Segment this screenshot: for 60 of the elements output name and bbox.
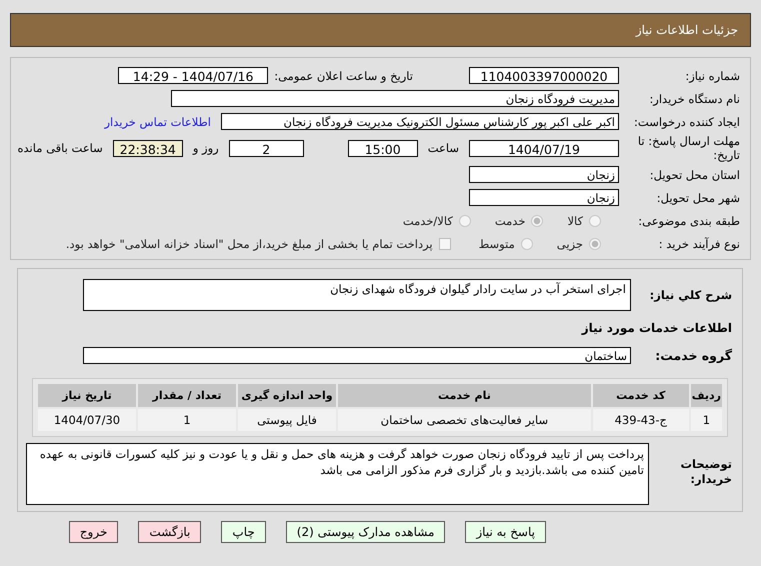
option-label: متوسط <box>478 236 515 250</box>
option-label: کالا <box>567 214 583 228</box>
buyer-name-field: مدیریت فرودگاه زنجان <box>171 90 619 107</box>
option-label: کالا/خدمت <box>402 214 453 228</box>
deadline-time-field: 15:00 <box>348 140 418 156</box>
city-field: زنجان <box>469 189 619 206</box>
checkbox[interactable] <box>438 238 451 250</box>
page-title: جزئیات اطلاعات نیاز <box>636 23 738 37</box>
field-label: تاریخ و ساعت اعلان عمومی: <box>274 68 413 82</box>
radio-button[interactable] <box>520 238 533 250</box>
action-button[interactable]: مشاهده مدارک پیوستی (2) <box>286 521 446 543</box>
requester-field: اکبر علی اکبر پور کارشناس مسئول الکترونیک مدیریت فرودگاه زنجان <box>221 113 619 130</box>
field-label: شماره نیاز: <box>684 68 741 82</box>
days-field: 2 <box>228 140 304 156</box>
radio-button[interactable] <box>589 238 601 250</box>
need-number-field: 1104003397000020 <box>469 67 619 84</box>
column-header: تعداد / مقدار <box>138 384 236 407</box>
table-cell: 1 <box>138 409 236 431</box>
deadline-date-field: 1404/07/19 <box>469 140 619 156</box>
radio-button[interactable] <box>531 214 544 226</box>
field-label: نام دستگاه خریدار: <box>648 92 741 106</box>
action-button[interactable]: خروج <box>68 521 118 543</box>
section-title: اطلاعات خدمات مورد نیاز <box>582 321 733 335</box>
time-label: ساعت <box>426 141 460 155</box>
field-label: توضیحات خریدار: <box>680 457 733 487</box>
column-header: نام خدمت <box>338 384 591 407</box>
description-field: اجرای استخر آب در سایت رادار گیلوان فرودگاه شهدای زنجان <box>83 279 631 311</box>
table-cell: 1 <box>690 409 722 431</box>
announce-date-field: 1404/07/16 - 14:29 <box>118 67 268 84</box>
radio-button[interactable] <box>458 214 471 226</box>
table-cell: سایر فعالیت‌های تخصصی ساختمان <box>338 409 591 431</box>
remaining-label: ساعت باقی مانده <box>16 141 104 155</box>
days-label: روز و <box>191 141 220 155</box>
column-header: کد خدمت <box>592 384 689 407</box>
field-label: شرح کلي نیاز: <box>648 288 733 302</box>
table-cell: ج-43-439 <box>592 409 689 431</box>
checkbox-label: پرداخت تمام یا بخشی از مبلغ خرید،از محل "اسناد خزانه اسلامی" خواهد بود. <box>66 236 433 250</box>
table-cell: 1404/07/30 <box>38 409 136 431</box>
field-label: شهر محل تحویل: <box>656 190 741 204</box>
field-label: مهلت ارسال پاسخ: تا تاریخ: <box>636 134 741 162</box>
remaining-time-field: 22:38:34 <box>112 140 183 156</box>
column-header: واحد اندازه گیری <box>238 384 336 407</box>
option-label: خدمت <box>494 214 526 228</box>
option-label: جزیی <box>556 236 583 250</box>
column-header: ردیف <box>690 384 722 407</box>
field-label: ایجاد کننده درخواست: <box>633 114 741 128</box>
action-button[interactable]: پاسخ به نیاز <box>465 521 546 543</box>
service-group-field: ساختمان <box>83 347 631 364</box>
field-label: گروه خدمت: <box>654 348 733 363</box>
field-label: نوع فرآیند خرید : <box>658 236 741 250</box>
province-field: زنجان <box>469 166 619 183</box>
action-button[interactable]: بازگشت <box>138 521 202 543</box>
buyer-notes-field: پرداخت پس از تایید فرودگاه زنجان صورت خواهد گرفت و هزینه های حمل و نقل و یا عودت و نیز کلیه کسورات قانونی به عهده تامین کننده می باشد.بازدید و بار گزاری فرم مذکور الزامی می باشد <box>26 443 649 505</box>
field-label: استان محل تحویل: <box>648 168 741 182</box>
radio-button[interactable] <box>589 214 601 226</box>
field-label: طبقه بندی موضوعی: <box>637 214 741 228</box>
buyer-contact-link[interactable]: اطلاعات تماس خریدار <box>104 114 211 128</box>
column-header: تاریخ نیاز <box>38 384 136 407</box>
table-cell: فایل پیوستی <box>238 409 336 431</box>
action-button[interactable]: چاپ <box>221 521 266 543</box>
